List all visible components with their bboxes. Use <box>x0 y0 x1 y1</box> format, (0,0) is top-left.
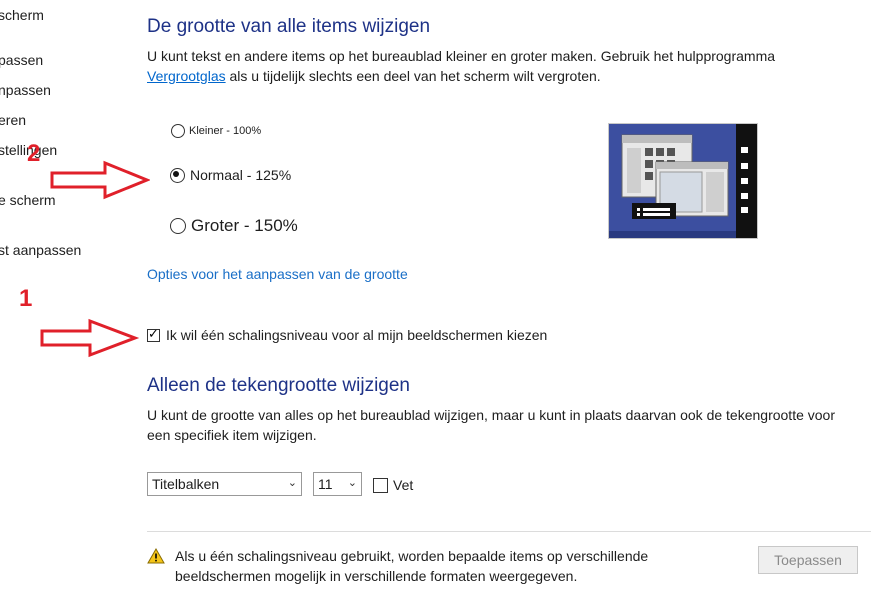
radio-button[interactable] <box>170 218 186 234</box>
chevron-down-icon: ⌄ <box>347 476 357 489</box>
size-select-value: 11 <box>318 476 333 492</box>
sidebar-item[interactable]: eren <box>0 112 26 128</box>
checkbox-label: Ik wil één schalingsniveau voor al mijn … <box>166 327 548 343</box>
sidebar-item[interactable]: npassen <box>0 82 51 98</box>
radio-label: Kleiner - 100% <box>189 125 262 137</box>
sidebar-item[interactable]: passen <box>0 52 43 68</box>
single-scaling-checkbox-row[interactable]: Ik wil één schalingsniveau voor al mijn … <box>147 327 547 343</box>
section2-description: U kunt de grootte van alles op het burea… <box>147 407 835 443</box>
scaling-preview-image <box>608 123 758 239</box>
bold-checkbox[interactable] <box>373 477 388 493</box>
annotation-number-2: 2 <box>27 140 41 167</box>
warning-text: Als u één schalingsniveau gebruikt, word… <box>175 548 649 584</box>
radio-button[interactable] <box>170 167 185 183</box>
section-title-size: De grootte van alle items wijzigen <box>147 16 431 37</box>
sidebar-item[interactable]: st aanpassen <box>0 242 81 258</box>
sidebar-item[interactable]: scherm <box>0 7 44 23</box>
single-scaling-checkbox[interactable] <box>147 327 160 342</box>
radio-label: Groter - 150% <box>191 216 298 235</box>
apply-label: Toepassen <box>774 552 842 568</box>
item-select-value: Titelbalken <box>152 476 220 492</box>
custom-sizing-link[interactable]: Opties voor het aanpassen van de grootte <box>147 266 408 282</box>
desc-text: U kunt tekst en andere items op het bure… <box>147 48 776 64</box>
radio-normal[interactable]: Normaal - 125% <box>170 167 291 183</box>
section-description: U kunt tekst en andere items op het bure… <box>147 46 847 86</box>
annotation-arrow-2 <box>50 160 150 200</box>
apply-button[interactable]: Toepassen <box>758 546 858 574</box>
desc-text: als u tijdelijk slechts een deel van het… <box>225 68 601 84</box>
size-select[interactable]: 11 ⌄ <box>313 472 362 496</box>
warning-icon <box>147 547 165 569</box>
divider <box>147 531 871 532</box>
bold-checkbox-row[interactable]: Vet <box>373 477 413 493</box>
radio-button[interactable] <box>171 124 185 138</box>
section-title-text-size: Alleen de tekengrootte wijzigen <box>147 375 411 396</box>
annotation-arrow-1 <box>40 318 140 358</box>
magnifier-link[interactable]: Vergrootglas <box>147 68 226 84</box>
radio-label: Normaal - 125% <box>190 167 292 183</box>
radio-larger[interactable]: Groter - 150% <box>170 216 298 236</box>
sidebar-item[interactable]: e scherm <box>0 192 56 208</box>
radio-smaller[interactable]: Kleiner - 100% <box>171 124 261 138</box>
annotation-number-1: 1 <box>19 285 33 312</box>
chevron-down-icon: ⌄ <box>287 476 297 489</box>
bold-label: Vet <box>393 477 414 493</box>
item-select[interactable]: Titelbalken ⌄ <box>147 472 302 496</box>
